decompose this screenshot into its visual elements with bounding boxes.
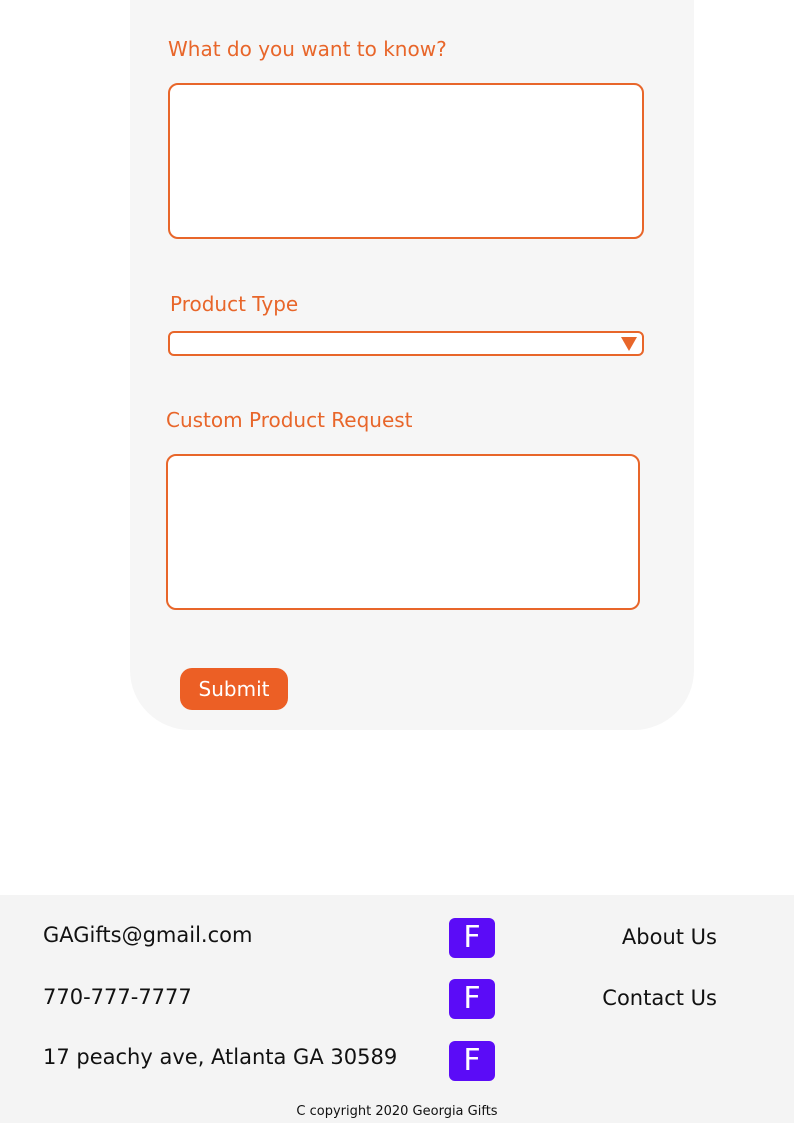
footer-email[interactable]: GAGifts@gmail.com — [43, 923, 252, 947]
question-label: What do you want to know? — [168, 37, 447, 61]
contact-us-link[interactable]: Contact Us — [602, 986, 717, 1010]
question-textarea[interactable] — [168, 83, 644, 239]
facebook-icon[interactable]: F — [449, 979, 495, 1019]
submit-button[interactable]: Submit — [180, 668, 288, 710]
footer-phone[interactable]: 770-777-7777 — [43, 985, 192, 1009]
product-type-label: Product Type — [170, 292, 299, 316]
footer-address: 17 peachy ave, Atlanta GA 30589 — [43, 1045, 398, 1069]
about-us-link[interactable]: About Us — [622, 925, 717, 949]
facebook-icon[interactable]: F — [449, 918, 495, 958]
custom-request-textarea[interactable] — [166, 454, 640, 610]
custom-request-label: Custom Product Request — [166, 408, 413, 432]
product-type-select[interactable] — [168, 331, 644, 356]
facebook-icon[interactable]: F — [449, 1041, 495, 1081]
dropdown-arrow-icon[interactable] — [621, 337, 637, 351]
copyright-text: C copyright 2020 Georgia Gifts — [296, 1104, 498, 1119]
